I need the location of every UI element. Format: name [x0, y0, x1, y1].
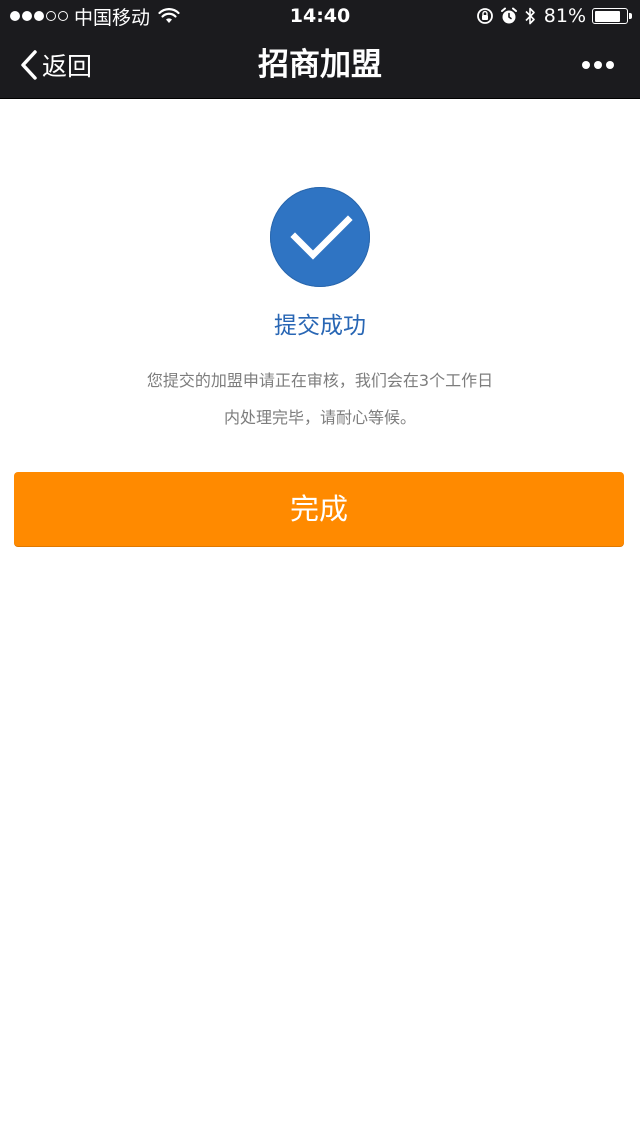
success-description: 您提交的加盟申请正在审核，我们会在3个工作日 内处理完毕，请耐心等候。 [120, 362, 520, 436]
description-line: 您提交的加盟申请正在审核，我们会在3个工作日 [146, 371, 494, 390]
status-bar-right: 81% [470, 0, 632, 32]
description-line: 内处理完毕，请耐心等候。 [223, 408, 416, 427]
done-button[interactable]: 完成 [14, 472, 624, 546]
success-title: 提交成功 [274, 313, 366, 339]
chevron-left-icon [21, 50, 37, 80]
ellipsis-icon [582, 61, 590, 69]
checkmark-icon [290, 215, 353, 260]
alarm-icon [500, 7, 517, 24]
page-title: 招商加盟 [258, 47, 382, 83]
navigation-bar: 返回 招商加盟 [0, 32, 640, 99]
back-label: 返回 [42, 52, 93, 81]
battery-fill [594, 10, 620, 22]
more-button[interactable] [578, 32, 614, 98]
battery-tip [629, 13, 632, 19]
bluetooth-icon [525, 7, 535, 25]
status-bar: 中国移动 14:40 81% [0, 0, 640, 32]
ellipsis-icon [606, 61, 614, 69]
battery-percentage: 81% [543, 5, 586, 27]
orientation-lock-icon [476, 8, 493, 24]
back-button[interactable]: 返回 [20, 32, 92, 98]
ellipsis-icon [594, 61, 602, 69]
battery-icon [592, 8, 628, 24]
success-circle [270, 187, 370, 287]
